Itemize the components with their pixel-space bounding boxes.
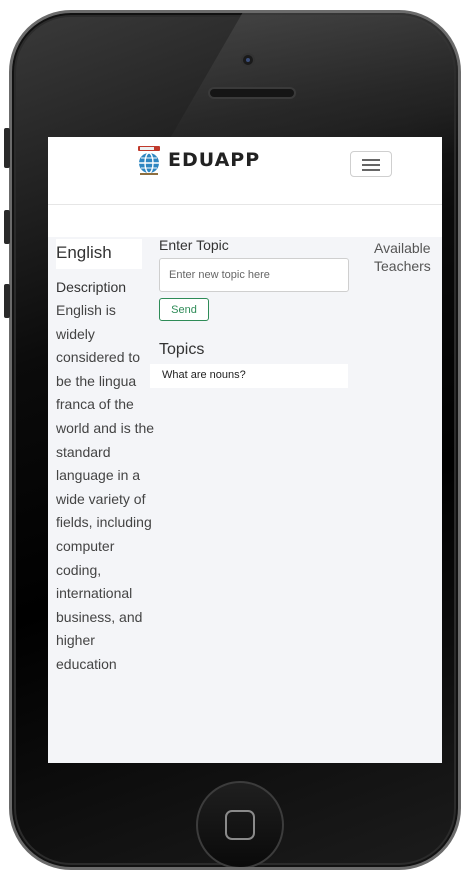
brand[interactable]: EDUAPP xyxy=(136,145,260,175)
navbar: EDUAPP xyxy=(48,137,442,205)
camera-icon xyxy=(241,53,255,67)
description-label: Description xyxy=(56,279,127,295)
enter-topic-label: Enter Topic xyxy=(159,237,229,253)
topic-input[interactable] xyxy=(159,258,349,292)
home-square-icon xyxy=(225,810,255,840)
menu-icon xyxy=(362,159,380,161)
teachers-column: Available Teachers xyxy=(374,239,442,275)
menu-icon xyxy=(362,169,380,171)
topic-list: What are nouns? xyxy=(150,364,348,388)
home-button[interactable] xyxy=(196,781,284,867)
app-screen: EDUAPP English Description English is wi… xyxy=(48,137,442,763)
volume-down-button xyxy=(4,284,10,318)
phone-frame: EDUAPP English Description English is wi… xyxy=(9,10,461,870)
menu-toggle-button[interactable] xyxy=(350,151,392,177)
glass-reflection xyxy=(161,13,458,153)
menu-icon xyxy=(362,164,380,166)
volume-up-button xyxy=(4,210,10,244)
topics-heading: Topics xyxy=(159,341,205,358)
subject-title: English xyxy=(56,239,142,269)
speaker-grille xyxy=(208,87,296,99)
subject-column: English Description English is widely co… xyxy=(56,239,154,677)
mute-switch xyxy=(4,128,10,168)
send-button[interactable]: Send xyxy=(159,298,209,321)
description-text: English is widely considered to be the l… xyxy=(56,302,155,672)
globe-logo-icon xyxy=(136,145,162,175)
brand-name: EDUAPP xyxy=(168,149,261,171)
topic-item[interactable]: What are nouns? xyxy=(150,364,348,388)
main-content: English Description English is widely co… xyxy=(48,237,442,763)
teachers-heading: Available Teachers xyxy=(374,240,431,274)
